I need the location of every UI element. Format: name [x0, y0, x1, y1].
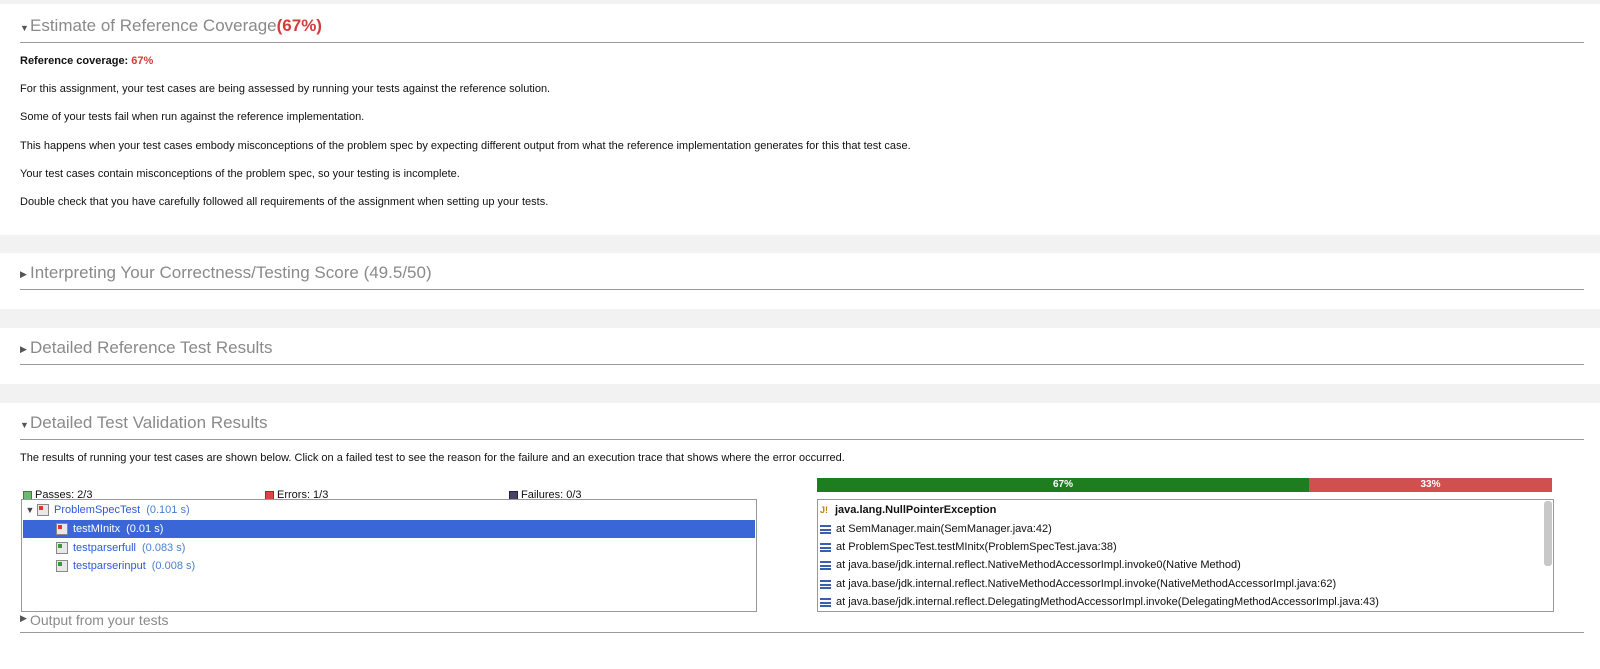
output-section-header[interactable]: ▶ Output from your tests [20, 602, 1584, 633]
scrollbar-thumb[interactable] [1544, 501, 1552, 566]
stack-frame-icon [820, 579, 831, 589]
test-pass-icon [56, 542, 68, 555]
test-name: testMInitx [73, 523, 121, 535]
test-suite-error-icon [37, 504, 49, 517]
validation-intro: The results of running your test cases a… [20, 452, 845, 464]
stack-frame-icon [820, 542, 831, 552]
coverage-paragraph-1: For this assignment, your test cases are… [20, 83, 551, 95]
validation-section-header[interactable]: ▼ Detailed Test Validation Results [20, 409, 1584, 440]
exception-name: java.lang.NullPointerException [835, 504, 997, 516]
trace-frame[interactable]: at ProblemSpecTest.testMInitx(ProblemSpe… [820, 538, 1117, 556]
test-suite-name: ProblemSpecTest [54, 504, 141, 516]
coverage-paragraph-4: Your test cases contain misconceptions o… [20, 168, 460, 180]
trace-frame[interactable]: at SemManager.main(SemManager.java:42) [820, 520, 1052, 538]
interpreting-section-title: Interpreting Your Correctness/Testing Sc… [30, 263, 432, 282]
test-time: (0.008 s) [151, 560, 196, 572]
output-section-title: Output from your tests [30, 612, 169, 628]
coverage-percent: (67%) [276, 16, 322, 35]
expanded-triangle-icon: ▼ [20, 420, 29, 430]
expanded-triangle-icon: ▼ [20, 23, 29, 33]
trace-frame[interactable]: at java.base/jdk.internal.reflect.Native… [820, 575, 1336, 593]
coverage-paragraph-5: Double check that you have carefully fol… [20, 196, 549, 208]
test-name: testparserfull [73, 542, 136, 554]
stack-frame-icon [820, 560, 831, 570]
interpreting-panel: ▶ Interpreting Your Correctness/Testing … [0, 253, 1600, 309]
exception-row[interactable]: J! java.lang.NullPointerException [820, 501, 996, 519]
tree-row-suite[interactable]: ▼ ProblemSpecTest (0.101 s) [23, 501, 755, 519]
coverage-section-title: Estimate of Reference Coverage(67%) [30, 16, 322, 35]
reference-results-section-header[interactable]: ▶ Detailed Reference Test Results [20, 334, 1584, 365]
collapsed-triangle-icon: ▶ [20, 613, 27, 623]
tree-row-test[interactable]: testparserfull (0.083 s) [23, 539, 755, 557]
java-exception-icon: J! [820, 505, 829, 516]
reference-results-panel: ▶ Detailed Reference Test Results [0, 328, 1600, 384]
coverage-section-header[interactable]: ▼ Estimate of Reference Coverage(67%) [20, 12, 1584, 43]
trace-frame[interactable]: at java.base/jdk.internal.reflect.Native… [820, 556, 1241, 574]
validation-section-title: Detailed Test Validation Results [30, 413, 268, 432]
reference-coverage-line: Reference coverage: 67% [20, 55, 153, 67]
interpreting-section-header[interactable]: ▶ Interpreting Your Correctness/Testing … [20, 259, 1584, 290]
test-pass-icon [56, 560, 68, 573]
coverage-paragraph-3: This happens when your test cases embody… [20, 140, 911, 152]
collapsed-triangle-icon: ▶ [20, 269, 27, 279]
pass-progress-bar: 67% [817, 478, 1309, 492]
fail-progress-bar: 33% [1309, 478, 1552, 492]
reference-results-section-title: Detailed Reference Test Results [30, 338, 273, 357]
test-error-icon [56, 523, 68, 536]
expanded-triangle-icon: ▼ [25, 505, 35, 515]
tree-row-test[interactable]: testMInitx (0.01 s) [23, 520, 755, 538]
test-suite-time: (0.101 s) [146, 504, 190, 516]
tree-row-test[interactable]: testparserinput (0.008 s) [23, 557, 755, 575]
coverage-panel: ▼ Estimate of Reference Coverage(67%) Re… [0, 4, 1600, 235]
collapsed-triangle-icon: ▶ [20, 344, 27, 354]
stack-frame-icon [820, 524, 831, 534]
test-time: (0.01 s) [126, 523, 164, 535]
coverage-paragraph-2: Some of your tests fail when run against… [20, 111, 365, 123]
test-time: (0.083 s) [141, 542, 186, 554]
test-tree[interactable]: ▼ ProblemSpecTest (0.101 s) testMInitx (0.0… [21, 499, 757, 612]
test-name: testparserinput [73, 560, 146, 572]
reference-coverage-label: Reference coverage: [20, 55, 129, 67]
stack-trace-panel[interactable]: J! java.lang.NullPointerException at SemM… [817, 499, 1554, 612]
reference-coverage-value: 67% [131, 55, 154, 67]
